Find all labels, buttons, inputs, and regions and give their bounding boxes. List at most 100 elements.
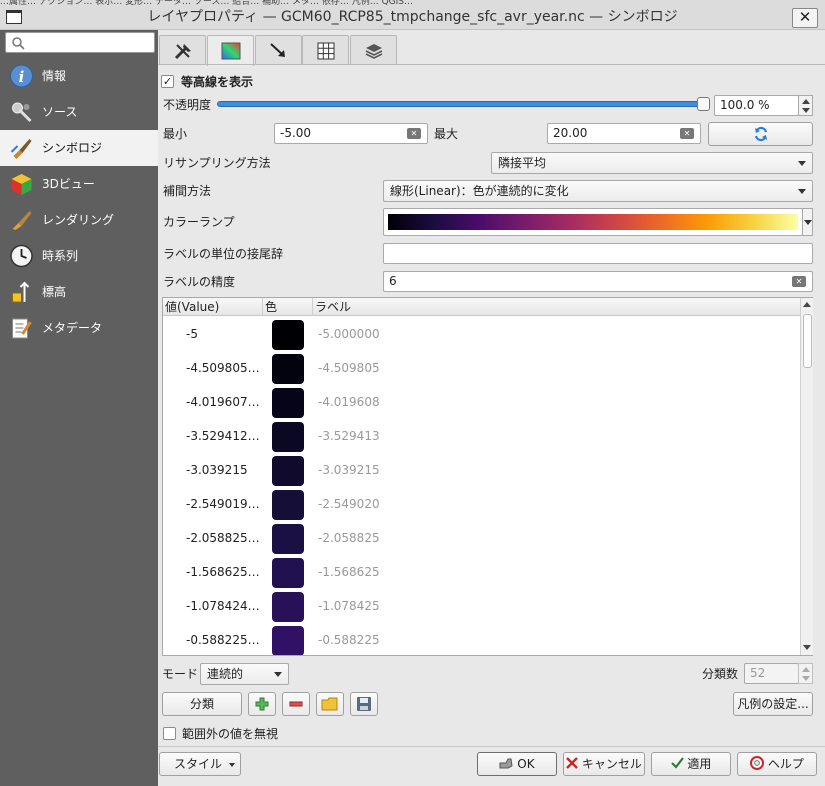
sidebar-item-rendering[interactable]: レンダリング bbox=[0, 202, 158, 238]
table-row[interactable]: -4.509805… -4.509805 bbox=[163, 351, 800, 385]
tab-layers[interactable] bbox=[350, 35, 397, 65]
tab-arrow[interactable] bbox=[255, 35, 302, 65]
clear-icon[interactable]: ✕ bbox=[680, 128, 694, 139]
sidebar-item-metadata[interactable]: メタデータ bbox=[0, 310, 158, 346]
row-value[interactable]: -3.529412… bbox=[186, 419, 260, 453]
clear-icon[interactable]: ✕ bbox=[407, 128, 421, 139]
color-ramp-dropdown[interactable] bbox=[802, 208, 813, 236]
row-value[interactable]: -4.019607… bbox=[186, 385, 260, 419]
row-value[interactable]: -4.509805… bbox=[186, 351, 260, 385]
row-color-swatch[interactable] bbox=[272, 524, 304, 554]
ignore-out-of-range-checkbox[interactable] bbox=[163, 727, 176, 740]
interpolation-select[interactable]: 線形(Linear)：色が連続的に変化 bbox=[383, 180, 813, 202]
scroll-down-icon[interactable] bbox=[803, 645, 811, 650]
spin-down-icon[interactable] bbox=[802, 676, 810, 681]
close-button[interactable]: ✕ bbox=[792, 8, 818, 28]
row-label[interactable]: -0.588225 bbox=[318, 623, 380, 655]
row-color-swatch[interactable] bbox=[272, 320, 304, 350]
table-row[interactable]: -0.588225… -0.588225 bbox=[163, 623, 800, 655]
scrollbar-thumb[interactable] bbox=[803, 314, 812, 368]
style-menu-button[interactable]: スタイル bbox=[159, 752, 241, 776]
column-header-label[interactable]: ラベル bbox=[313, 298, 800, 316]
opacity-slider-handle[interactable] bbox=[697, 97, 710, 111]
row-value[interactable]: -3.039215 bbox=[186, 453, 248, 487]
row-value[interactable]: -0.588225… bbox=[186, 623, 260, 655]
opacity-slider[interactable] bbox=[217, 101, 707, 107]
table-row[interactable]: -5 -5.000000 bbox=[163, 317, 800, 351]
row-value[interactable]: -5 bbox=[186, 317, 198, 351]
row-color-swatch[interactable] bbox=[272, 354, 304, 384]
table-row[interactable]: -3.529412… -3.529413 bbox=[163, 419, 800, 453]
row-value[interactable]: -2.549019… bbox=[186, 487, 260, 521]
tab-grid[interactable] bbox=[302, 35, 349, 65]
load-classes-button[interactable] bbox=[316, 692, 344, 716]
row-label[interactable]: -1.078425 bbox=[318, 589, 380, 623]
tab-transparency-tools[interactable] bbox=[159, 35, 206, 65]
resampling-select[interactable]: 隣接平均 bbox=[491, 152, 813, 174]
classes-spinbox[interactable]: 52 bbox=[744, 663, 799, 684]
row-label[interactable]: -3.039215 bbox=[318, 453, 380, 487]
table-scrollbar[interactable] bbox=[800, 298, 813, 655]
table-row[interactable]: -1.568625… -1.568625 bbox=[163, 555, 800, 589]
color-ramp-button[interactable] bbox=[383, 208, 803, 236]
row-label[interactable]: -4.019608 bbox=[318, 385, 380, 419]
column-header-color[interactable]: 色 bbox=[263, 298, 313, 316]
row-label[interactable]: -1.568625 bbox=[318, 555, 380, 589]
column-header-value[interactable]: 値(Value) bbox=[163, 298, 263, 316]
precision-input[interactable]: 6 ✕ bbox=[383, 271, 813, 292]
show-contours-checkbox[interactable]: ✓ bbox=[161, 75, 174, 88]
refresh-minmax-button[interactable] bbox=[708, 122, 813, 146]
ok-button[interactable]: OK bbox=[477, 752, 557, 776]
help-button[interactable]: ヘルプ bbox=[737, 752, 817, 776]
row-value[interactable]: -2.058825… bbox=[186, 521, 260, 555]
row-color-swatch[interactable] bbox=[272, 626, 304, 655]
row-label[interactable]: -3.529413 bbox=[318, 419, 380, 453]
row-color-swatch[interactable] bbox=[272, 490, 304, 520]
legend-settings-button[interactable]: 凡例の設定... bbox=[733, 692, 813, 716]
row-color-swatch[interactable] bbox=[272, 422, 304, 452]
apply-button[interactable]: 適用 bbox=[651, 752, 731, 776]
opacity-spinbox[interactable]: 100.0 % bbox=[714, 95, 799, 116]
opacity-spin-arrows[interactable] bbox=[798, 95, 813, 116]
clear-icon[interactable]: ✕ bbox=[792, 276, 806, 287]
sidebar-item-3dview[interactable]: 3Dビュー bbox=[0, 166, 158, 202]
table-row[interactable]: -1.078424… -1.078425 bbox=[163, 589, 800, 623]
row-value[interactable]: -1.078424… bbox=[186, 589, 260, 623]
remove-class-button[interactable] bbox=[282, 692, 310, 716]
spin-up-icon[interactable] bbox=[802, 99, 810, 104]
sidebar-item-info[interactable]: i 情報 bbox=[0, 58, 158, 94]
sidebar-item-symbology[interactable]: シンボロジ bbox=[0, 130, 158, 166]
add-class-button[interactable] bbox=[248, 692, 276, 716]
sidebar-item-label: 情報 bbox=[42, 69, 67, 83]
spin-up-icon[interactable] bbox=[802, 667, 810, 672]
unit-suffix-input[interactable] bbox=[383, 243, 813, 264]
sidebar-item-source[interactable]: ソース bbox=[0, 94, 158, 130]
row-label[interactable]: -2.549020 bbox=[318, 487, 380, 521]
sidebar-item-elevation[interactable]: 標高 bbox=[0, 274, 158, 310]
mode-select[interactable]: 連続的 bbox=[200, 663, 289, 685]
table-row[interactable]: -2.549019… -2.549020 bbox=[163, 487, 800, 521]
table-row[interactable]: -4.019607… -4.019608 bbox=[163, 385, 800, 419]
classify-button[interactable]: 分類 bbox=[162, 692, 242, 716]
sidebar-item-temporal[interactable]: 時系列 bbox=[0, 238, 158, 274]
sidebar-search-input[interactable] bbox=[5, 32, 155, 53]
row-color-swatch[interactable] bbox=[272, 388, 304, 418]
tab-color-ramp[interactable] bbox=[207, 35, 254, 66]
row-label[interactable]: -4.509805 bbox=[318, 351, 380, 385]
row-value[interactable]: -1.568625… bbox=[186, 555, 260, 589]
cancel-button[interactable]: キャンセル bbox=[563, 752, 645, 776]
row-color-swatch[interactable] bbox=[272, 592, 304, 622]
row-color-swatch[interactable] bbox=[272, 558, 304, 588]
min-input[interactable]: -5.00 ✕ bbox=[274, 123, 428, 144]
row-color-swatch[interactable] bbox=[272, 456, 304, 486]
spin-down-icon[interactable] bbox=[802, 108, 810, 113]
table-row[interactable]: -2.058825… -2.058825 bbox=[163, 521, 800, 555]
max-input[interactable]: 20.00 ✕ bbox=[547, 123, 701, 144]
scroll-up-icon[interactable] bbox=[803, 302, 811, 307]
save-classes-button[interactable] bbox=[350, 692, 378, 716]
classes-spin-arrows[interactable] bbox=[798, 663, 813, 684]
row-label[interactable]: -2.058825 bbox=[318, 521, 380, 555]
table-row[interactable]: -3.039215 -3.039215 bbox=[163, 453, 800, 487]
row-label[interactable]: -5.000000 bbox=[318, 317, 380, 351]
classes-table[interactable]: 値(Value) 色 ラベル -5 -5.000000 -4.509805… -4.5… bbox=[162, 297, 813, 656]
